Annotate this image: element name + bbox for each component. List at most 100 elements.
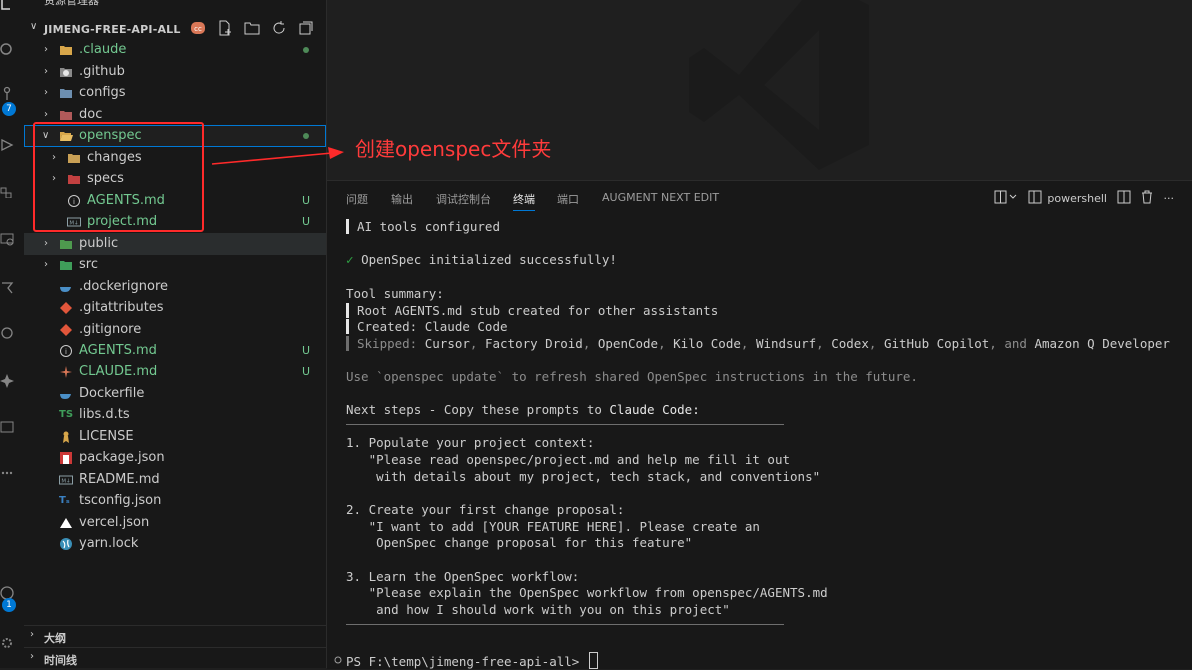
testing-icon[interactable] — [0, 280, 14, 294]
yarn-icon — [60, 538, 72, 550]
collapse-all-icon[interactable] — [298, 20, 314, 36]
tree-item-yarn-lock[interactable]: yarn.lock — [24, 533, 326, 555]
new-terminal-dropdown-icon[interactable] — [994, 190, 1018, 207]
terminal-view-icon[interactable] — [0, 420, 14, 434]
terminal-shell-icon[interactable] — [1028, 190, 1042, 207]
tab-output[interactable]: 输出 — [391, 191, 413, 207]
npm-icon — [60, 452, 72, 464]
tab-augment-next-edit[interactable]: AUGMENT NEXT EDIT — [602, 191, 719, 204]
github-folder-icon — [60, 68, 72, 77]
src-folder-icon — [60, 261, 72, 270]
claude-icon — [60, 366, 72, 378]
tree-item-public[interactable]: › public — [24, 233, 326, 255]
markdown-info-icon: i — [68, 195, 80, 207]
chevron-right-icon: › — [52, 152, 56, 163]
typescript-def-icon: TS — [59, 409, 74, 420]
terminal-cursor — [588, 652, 598, 669]
tree-item-github[interactable]: › .github — [24, 61, 326, 83]
git-icon — [60, 302, 72, 314]
command-decoration-icon — [334, 656, 342, 664]
explorer-actions: cc — [184, 20, 314, 38]
git-icon — [60, 324, 72, 336]
run-debug-icon[interactable] — [0, 138, 14, 152]
tab-debug-console[interactable]: 调试控制台 — [436, 191, 491, 207]
chevron-right-icon: › — [44, 44, 48, 55]
svg-text:cc: cc — [194, 25, 202, 33]
accounts-badge: 1 — [2, 598, 16, 612]
tab-ports[interactable]: 端口 — [557, 191, 579, 207]
tree-item-project-md[interactable]: M↓ project.md U — [24, 211, 326, 233]
tree-item-dockerfile[interactable]: Dockerfile — [24, 383, 326, 405]
panel-tabs: 问题 输出 调试控制台 终端 端口 AUGMENT NEXT EDIT powe… — [327, 181, 1192, 215]
specs-folder-icon — [68, 175, 80, 184]
tree-item-package-json[interactable]: package.json — [24, 447, 326, 469]
tree-item-configs[interactable]: › configs — [24, 82, 326, 104]
markdown-icon: M↓ — [67, 217, 81, 227]
chevron-right-icon: › — [44, 109, 48, 120]
explorer-title: 资源管理器 — [44, 0, 99, 7]
outline-section[interactable]: › 大纲 — [24, 625, 326, 648]
cc-icon[interactable]: cc — [190, 20, 206, 36]
markdown-info-icon: i — [60, 345, 72, 357]
workspace-title: JIMENG-FREE-API-ALL — [44, 23, 181, 36]
new-folder-icon[interactable] — [244, 20, 260, 36]
refresh-icon[interactable] — [271, 20, 287, 36]
tree-item-dockerignore[interactable]: .dockerignore — [24, 276, 326, 298]
svg-text:M↓: M↓ — [61, 478, 70, 485]
more-icon[interactable] — [0, 466, 14, 480]
tree-item-vercel-json[interactable]: vercel.json — [24, 512, 326, 534]
terminal-output[interactable]: AI tools configured ✓ OpenSpec initializ… — [346, 219, 1170, 669]
new-file-icon[interactable] — [217, 20, 233, 36]
copilot-icon[interactable] — [0, 326, 14, 340]
source-control-icon[interactable] — [0, 86, 14, 100]
svg-text:M↓: M↓ — [69, 220, 78, 227]
chevron-right-icon: › — [44, 87, 48, 98]
tree-item-license[interactable]: LICENSE — [24, 426, 326, 448]
remote-explorer-icon[interactable] — [0, 232, 14, 246]
quote-bar — [346, 303, 349, 318]
chevron-right-icon: › — [52, 173, 56, 184]
tree-item-tsconfig-json[interactable]: Tₛ tsconfig.json — [24, 490, 326, 512]
shell-name[interactable]: powershell — [1047, 192, 1107, 205]
divider — [346, 624, 784, 625]
tree-item-specs[interactable]: › specs — [24, 168, 326, 190]
more-actions-icon[interactable]: ··· — [1164, 192, 1175, 205]
tab-problems[interactable]: 问题 — [346, 191, 368, 207]
public-folder-icon — [60, 240, 72, 249]
check-icon: ✓ — [346, 252, 354, 267]
tree-item-libs-d-ts[interactable]: TS libs.d.ts — [24, 404, 326, 426]
tree-item-gitattributes[interactable]: .gitattributes — [24, 297, 326, 319]
status-dot — [303, 47, 309, 53]
annotation-arrow — [211, 147, 344, 165]
vscode-watermark-logo — [689, 0, 869, 170]
folder-icon — [60, 46, 72, 55]
extensions-icon[interactable] — [0, 184, 14, 198]
search-icon[interactable] — [0, 42, 14, 56]
explorer-more-icon[interactable]: ··· — [286, 0, 297, 5]
tree-item-readme-md[interactable]: M↓ README.md — [24, 469, 326, 491]
panel-actions: powershell ··· — [988, 190, 1174, 206]
split-terminal-icon[interactable] — [1117, 190, 1131, 207]
tree-item-gitignore[interactable]: .gitignore — [24, 319, 326, 341]
tree-item-doc[interactable]: › doc — [24, 104, 326, 126]
timeline-section[interactable]: › 时间线 — [24, 647, 326, 670]
tree-item-agents-md[interactable]: i AGENTS.md U — [24, 340, 326, 362]
tree-item-src[interactable]: › src — [24, 254, 326, 276]
kill-terminal-icon[interactable] — [1140, 190, 1154, 207]
tree-item-claude-md[interactable]: CLAUDE.md U — [24, 361, 326, 383]
augment-icon[interactable] — [0, 374, 14, 388]
folder-icon — [68, 154, 80, 163]
tree-item-claude[interactable]: › .claude — [24, 39, 326, 61]
chevron-right-icon: › — [30, 629, 34, 640]
chevron-right-icon: › — [30, 651, 34, 662]
explorer-icon[interactable] — [0, 0, 14, 14]
settings-gear-icon[interactable] — [0, 636, 14, 650]
tsconfig-icon: Tₛ — [59, 495, 70, 506]
source-control-badge: 7 — [2, 102, 16, 116]
quote-bar — [346, 219, 349, 234]
tab-terminal[interactable]: 终端 — [513, 191, 535, 211]
workspace-header[interactable]: ∨ JIMENG-FREE-API-ALL cc — [24, 18, 326, 40]
chevron-down-icon: ∨ — [30, 21, 38, 32]
chevron-right-icon: › — [44, 238, 48, 249]
tree-item-agents-md-nested[interactable]: i AGENTS.md U — [24, 190, 326, 212]
